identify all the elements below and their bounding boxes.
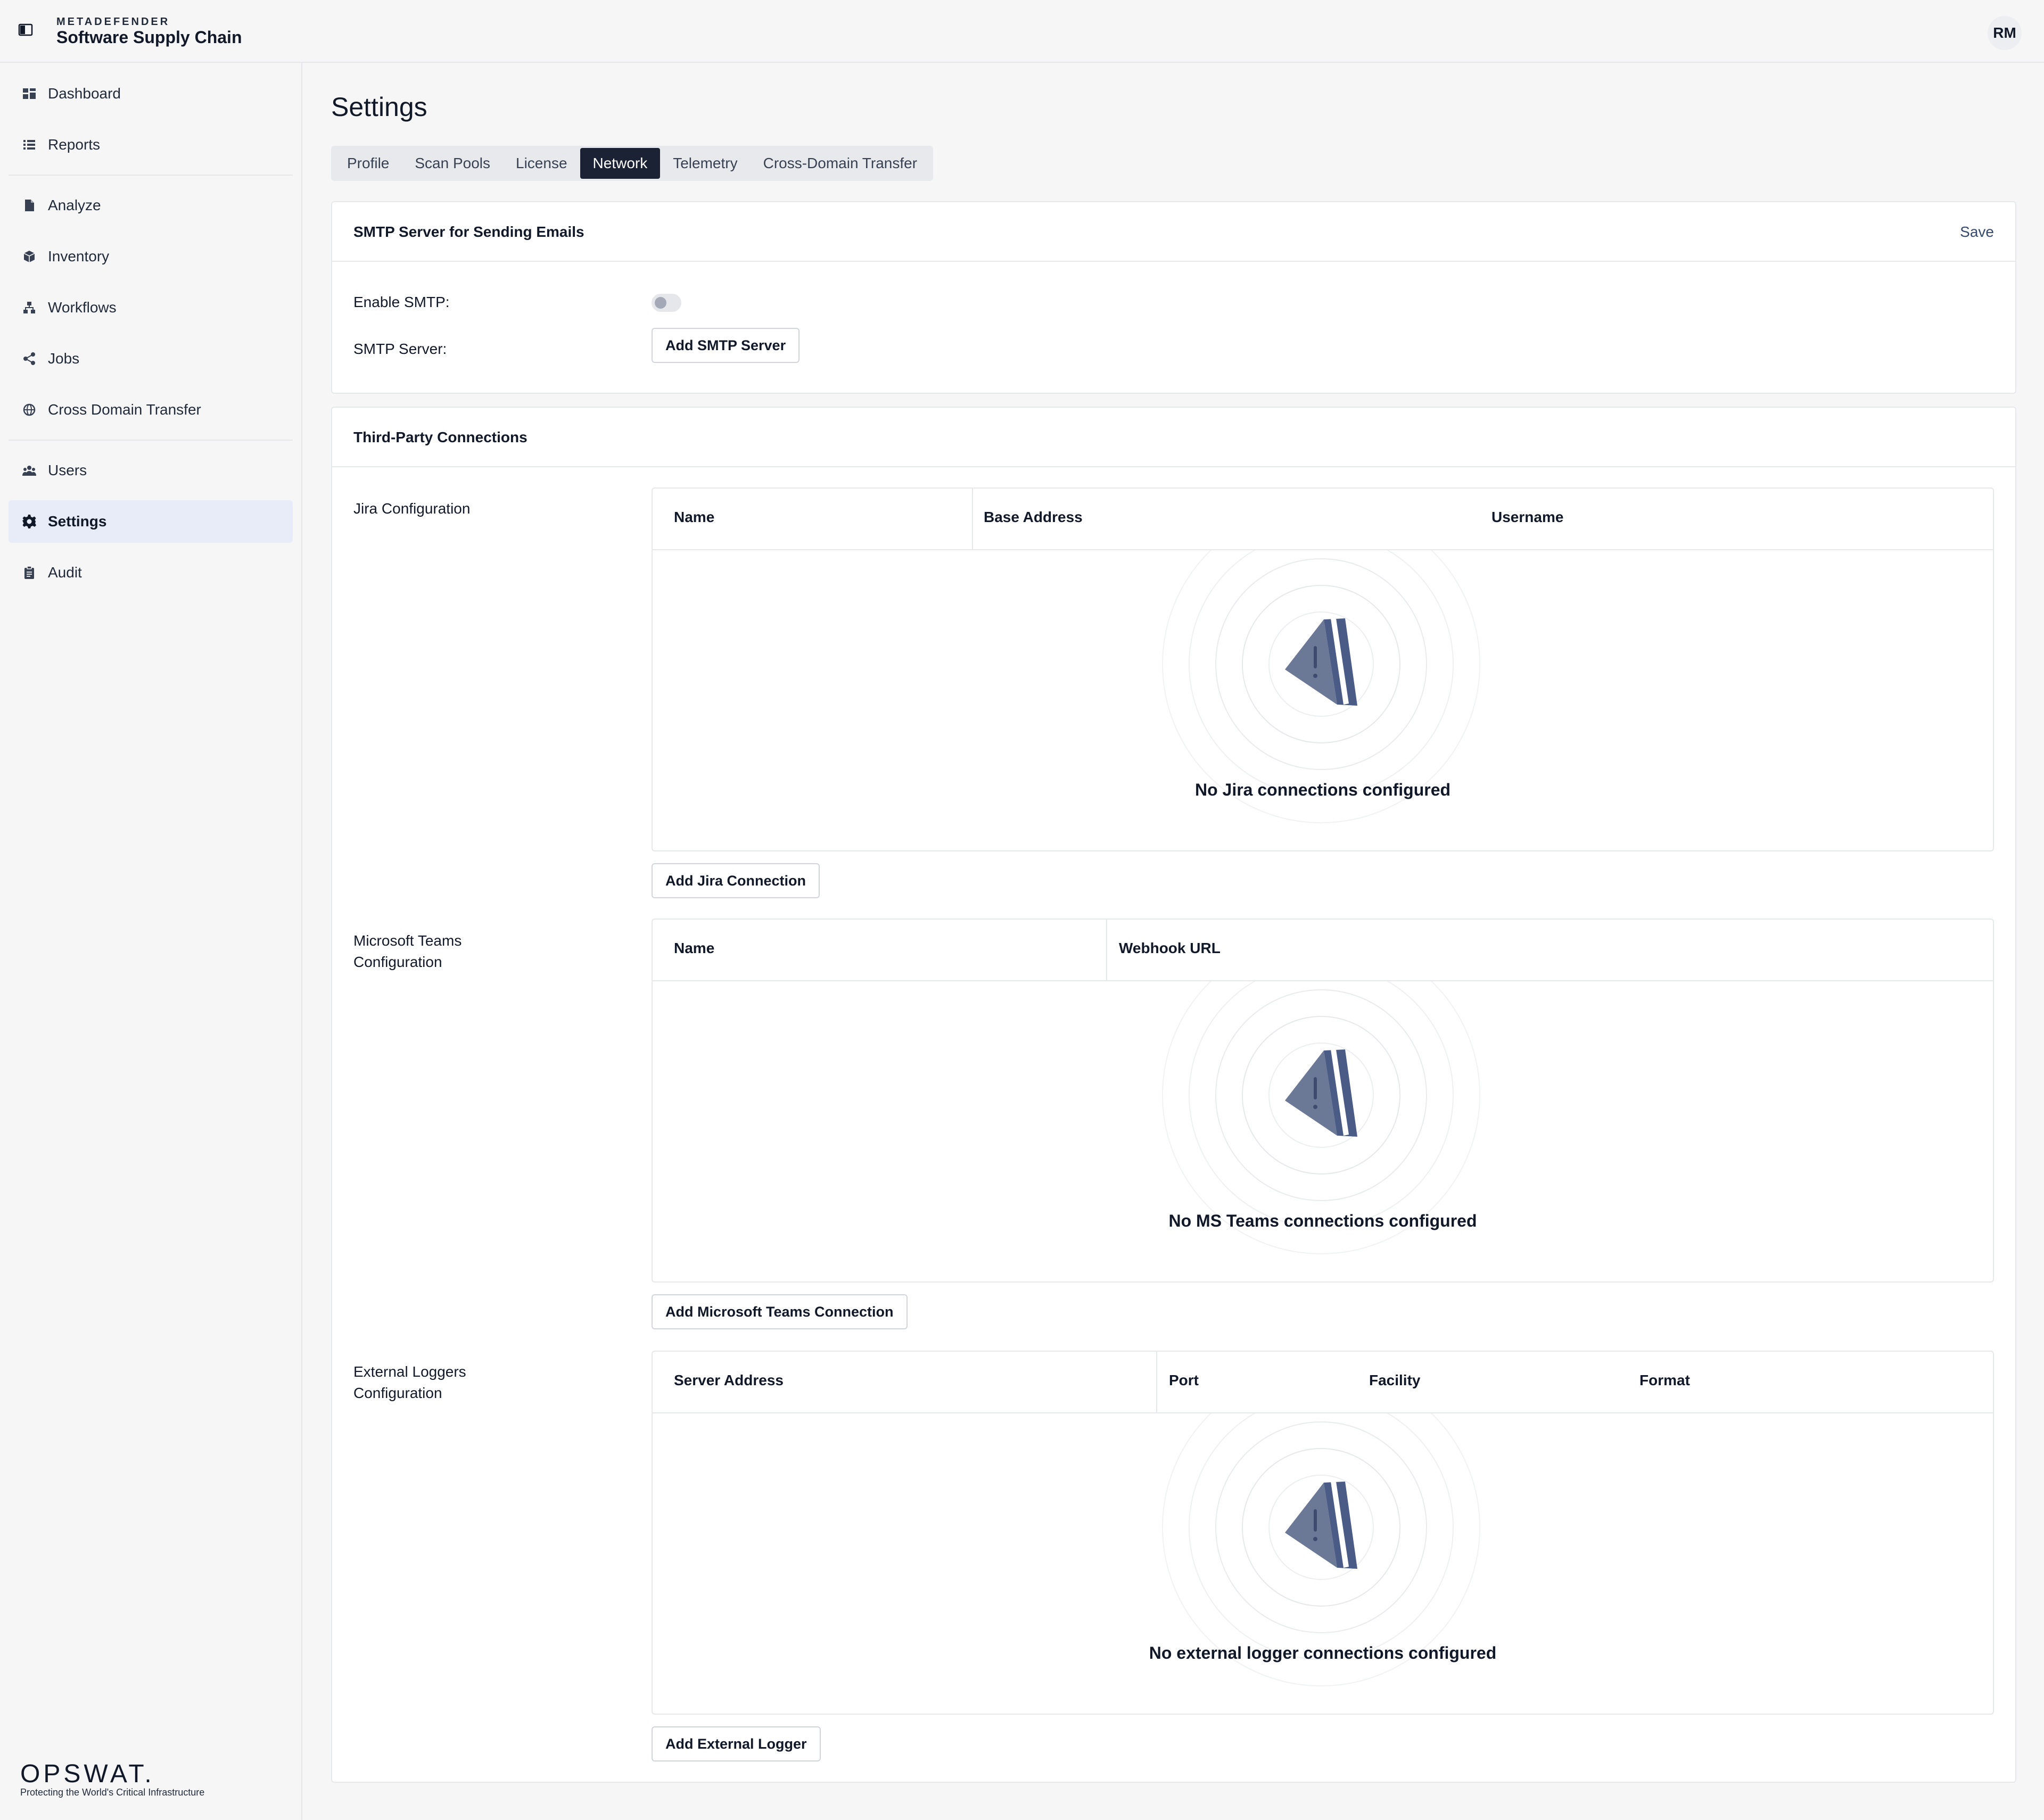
smtp-server-label: SMTP Server: [353,341,447,357]
add-smtp-server-button[interactable]: Add SMTP Server [652,328,800,363]
teams-config-label: Microsoft Teams Configuration [353,930,461,973]
smtp-card: SMTP Server for Sending Emails Save Enab… [331,201,2016,394]
third-party-card-title: Third-Party Connections [353,429,528,445]
sidebar-item-audit[interactable]: Audit [9,551,293,594]
sidebar-item-reports[interactable]: Reports [9,123,293,166]
add-teams-connection-button[interactable]: Add Microsoft Teams Connection [652,1294,908,1329]
sidebar-item-inventory[interactable]: Inventory [9,235,293,278]
tab-license[interactable]: License [503,148,580,179]
sidebar-item-users[interactable]: Users [9,449,293,492]
sidebar-item-label: Analyze [48,197,101,213]
sidebar-item-label: Audit [48,564,82,581]
sidebar-item-settings[interactable]: Settings [9,500,293,543]
jira-empty-state: No Jira connections configured [653,550,1993,850]
enable-smtp-toggle[interactable] [652,294,681,312]
sidebar-item-label: Dashboard [48,85,121,102]
jira-table-header: Name Base Address Username [653,489,1993,550]
page-title: Settings [331,92,427,122]
column-header-name: Name [674,940,715,956]
workflow-icon [21,300,37,316]
loggers-empty-state: No external logger connections configure… [653,1413,1993,1714]
loggers-table-header: Server Address Port Facility Format [653,1352,1993,1413]
column-header-format: Format [1639,1372,1690,1388]
column-separator [972,489,973,549]
opswat-tagline: Protecting the World's Critical Infrastr… [20,1787,205,1798]
teams-config-label-line2: Configuration [353,954,442,970]
sidebar-item-cross-domain-transfer[interactable]: Cross Domain Transfer [9,388,293,431]
tab-telemetry[interactable]: Telemetry [660,148,750,179]
column-header-facility: Facility [1369,1372,1421,1388]
jira-table: Name Base Address Username No Jira conne… [652,487,1994,851]
tab-network[interactable]: Network [580,148,661,179]
sidebar-divider [9,175,293,176]
teams-config-label-line1: Microsoft Teams [353,932,462,949]
sidebar-item-workflows[interactable]: Workflows [9,286,293,329]
dashboard-icon [21,86,37,102]
third-party-card-header: Third-Party Connections [332,408,2015,467]
top-bar: METADEFENDER Software Supply Chain RM [0,0,2044,63]
sidebar-item-label: Inventory [48,248,110,264]
gear-icon [21,514,37,530]
add-external-logger-button[interactable]: Add External Logger [652,1726,821,1761]
teams-table-header: Name Webhook URL [653,920,1993,981]
sidebar-item-label: Settings [48,513,107,530]
jira-config-label: Jira Configuration [353,500,471,517]
loggers-config-label: External Loggers Configuration [353,1361,466,1404]
opswat-logo: OPSWAT. [20,1760,155,1788]
list-icon [21,137,37,153]
sidebar-toggle-icon[interactable] [18,22,33,37]
sidebar-item-label: Cross Domain Transfer [48,401,201,418]
tab-profile[interactable]: Profile [334,148,402,179]
sidebar: Dashboard Reports Analyze Inventory Work… [0,63,302,1820]
smtp-card-title: SMTP Server for Sending Emails [353,224,584,240]
toggle-knob [655,297,666,309]
sidebar-item-label: Workflows [48,299,117,316]
column-header-name: Name [674,509,715,525]
loggers-empty-message: No external logger connections configure… [1149,1643,1497,1662]
enable-smtp-label: Enable SMTP: [353,294,450,310]
tab-scan-pools[interactable]: Scan Pools [402,148,503,179]
add-jira-connection-button[interactable]: Add Jira Connection [652,863,820,898]
sidebar-item-label: Jobs [48,350,80,367]
column-separator [1106,920,1107,980]
teams-empty-state: No MS Teams connections configured [653,981,1993,1281]
sidebar-item-label: Users [48,462,87,478]
brand-product-family: METADEFENDER [56,16,170,28]
brand-app-name: Software Supply Chain [56,28,242,47]
user-avatar[interactable]: RM [1988,16,2022,50]
sidebar-item-dashboard[interactable]: Dashboard [9,72,293,115]
tab-cross-domain-transfer[interactable]: Cross-Domain Transfer [751,148,930,179]
column-header-port: Port [1169,1372,1199,1388]
sidebar-item-analyze[interactable]: Analyze [9,184,293,227]
jira-empty-message: No Jira connections configured [1194,780,1451,799]
loggers-config-label-line2: Configuration [353,1385,442,1401]
column-header-webhook-url: Webhook URL [1119,940,1221,956]
sidebar-item-jobs[interactable]: Jobs [9,337,293,380]
sidebar-item-label: Reports [48,136,101,153]
document-icon [21,197,37,213]
loggers-table: Server Address Port Facility Format No e… [652,1351,1994,1715]
clipboard-icon [21,565,37,581]
column-header-server-address: Server Address [674,1372,784,1388]
save-button[interactable]: Save [1960,224,1994,241]
cube-icon [21,249,37,264]
smtp-card-header: SMTP Server for Sending Emails Save [332,202,2015,262]
third-party-card: Third-Party Connections Jira Configurati… [331,407,2016,1783]
loggers-config-label-line1: External Loggers [353,1363,466,1380]
column-separator [1156,1352,1157,1412]
teams-table: Name Webhook URL No MS Teams connections… [652,919,1994,1283]
share-icon [21,351,37,367]
settings-tabs: Profile Scan Pools License Network Telem… [331,146,934,181]
globe-icon [21,402,37,418]
column-header-base-address: Base Address [984,509,1083,525]
users-icon [21,462,37,478]
column-header-username: Username [1491,509,1564,525]
sidebar-divider [9,440,293,441]
teams-empty-message: No MS Teams connections configured [1168,1211,1477,1230]
